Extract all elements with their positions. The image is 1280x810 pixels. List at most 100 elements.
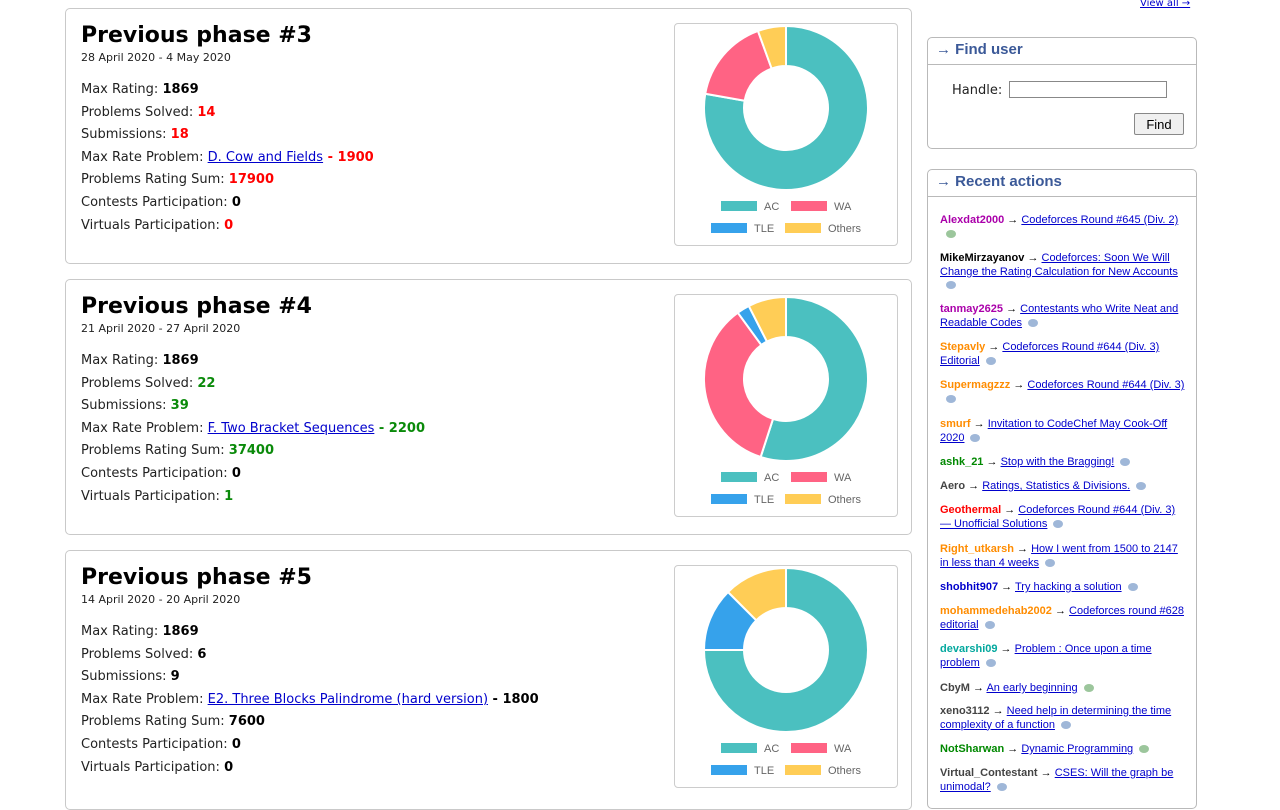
contests-label: Contests Participation: bbox=[81, 194, 232, 210]
action-arrow: → bbox=[1013, 379, 1025, 391]
legend-label-wa[interactable]: WA bbox=[834, 472, 852, 484]
submissions-value: 9 bbox=[170, 669, 180, 685]
find-button[interactable]: Find bbox=[1134, 113, 1184, 135]
action-arrow: → bbox=[968, 480, 980, 492]
action-user[interactable]: Virtual_Contestant bbox=[940, 767, 1038, 779]
legend-swatch-others bbox=[785, 765, 821, 775]
contests-row: Contests Participation: 0 bbox=[81, 463, 425, 486]
rating-sum-label: Problems Rating Sum: bbox=[81, 714, 229, 730]
max-rate-problem-label: Max Rate Problem: bbox=[81, 420, 208, 436]
legend-swatch-others bbox=[785, 494, 821, 504]
action-link[interactable]: Dynamic Programming bbox=[1021, 743, 1133, 755]
legend-label-wa[interactable]: WA bbox=[834, 743, 852, 755]
action-arrow: → bbox=[992, 705, 1004, 717]
phase-card: Previous phase #5 14 April 2020 - 20 Apr… bbox=[65, 550, 912, 810]
legend-swatch-wa bbox=[791, 201, 827, 211]
legend-label-ac[interactable]: AC bbox=[764, 201, 779, 213]
action-user[interactable]: Alexdat2000 bbox=[940, 214, 1004, 226]
action-arrow: → bbox=[1027, 252, 1039, 264]
virtuals-value: 1 bbox=[224, 488, 234, 504]
action-user[interactable]: MikeMirzayanov bbox=[940, 252, 1024, 264]
action-arrow: → bbox=[1004, 504, 1016, 516]
recent-action-item: ashk_21 → Stop with the Bragging! bbox=[940, 456, 1186, 470]
virtuals-row: Virtuals Participation: 0 bbox=[81, 215, 374, 238]
max-rate-problem-label: Max Rate Problem: bbox=[81, 691, 208, 707]
legend-label-ac[interactable]: AC bbox=[764, 472, 779, 484]
action-user[interactable]: Stepavly bbox=[940, 341, 985, 353]
comment-bubble-icon bbox=[1120, 458, 1131, 467]
max-rating-row: Max Rating: 1869 bbox=[81, 350, 425, 373]
action-user[interactable]: NotSharwan bbox=[940, 743, 1004, 755]
comment-bubble-icon bbox=[984, 620, 995, 629]
action-user[interactable]: devarshi09 bbox=[940, 643, 997, 655]
max-rate-problem-link[interactable]: E2. Three Blocks Palindrome (hard versio… bbox=[208, 692, 488, 707]
comment-bubble-icon bbox=[946, 281, 956, 290]
virtuals-value: 0 bbox=[224, 759, 234, 775]
legend-label-wa[interactable]: WA bbox=[834, 201, 852, 213]
handle-input[interactable] bbox=[1009, 81, 1167, 98]
problems-solved-value: 14 bbox=[197, 104, 216, 120]
legend-label-others[interactable]: Others bbox=[828, 223, 862, 235]
phase-card: Previous phase #3 28 April 2020 - 4 May … bbox=[65, 8, 912, 264]
virtuals-value: 0 bbox=[224, 217, 234, 233]
legend-label-others[interactable]: Others bbox=[828, 765, 862, 777]
phase-stats: Max Rating: 1869 Problems Solved: 22 Sub… bbox=[81, 350, 425, 508]
comment-bubble-icon bbox=[1045, 558, 1056, 567]
max-rate-problem-row: Max Rate Problem: D. Cow and Fields - 19… bbox=[81, 147, 374, 170]
legend-label-ac[interactable]: AC bbox=[764, 743, 779, 755]
action-arrow: → bbox=[973, 682, 985, 694]
donut-svg: AC WA TLE Others bbox=[703, 24, 869, 235]
action-user[interactable]: xeno3112 bbox=[940, 705, 990, 717]
contests-value: 0 bbox=[231, 465, 241, 481]
action-user[interactable]: shobhit907 bbox=[940, 581, 998, 593]
submissions-row: Submissions: 18 bbox=[81, 124, 374, 147]
comment-bubble-icon bbox=[1083, 684, 1094, 693]
problems-solved-row: Problems Solved: 6 bbox=[81, 644, 539, 667]
rating-sum-row: Problems Rating Sum: 7600 bbox=[81, 711, 539, 734]
virtuals-label: Virtuals Participation: bbox=[81, 217, 225, 233]
recent-action-item: shobhit907 → Try hacking a solution bbox=[940, 581, 1186, 595]
action-link[interactable]: Codeforces Round #645 (Div. 2) bbox=[1021, 214, 1178, 226]
max-rate-problem-link[interactable]: D. Cow and Fields bbox=[208, 150, 323, 165]
action-arrow: → bbox=[1017, 543, 1029, 555]
legend-label-tle[interactable]: TLE bbox=[754, 494, 774, 506]
action-user[interactable]: Aero bbox=[940, 480, 965, 492]
comment-bubble-icon bbox=[1139, 745, 1150, 754]
legend-label-tle[interactable]: TLE bbox=[754, 765, 774, 777]
submissions-row: Submissions: 39 bbox=[81, 395, 425, 418]
action-link[interactable]: An early beginning bbox=[986, 682, 1077, 694]
comment-bubble-icon bbox=[1053, 519, 1064, 528]
legend-swatch-ac bbox=[721, 201, 757, 211]
action-link[interactable]: Codeforces Round #644 (Div. 3) bbox=[1027, 379, 1184, 391]
submissions-label: Submissions: bbox=[81, 398, 171, 414]
max-rate-problem-link[interactable]: F. Two Bracket Sequences bbox=[208, 421, 375, 436]
action-user[interactable]: Right_utkarsh bbox=[940, 543, 1014, 555]
action-user[interactable]: Supermagzzz bbox=[940, 379, 1010, 391]
action-link[interactable]: Stop with the Bragging! bbox=[1001, 456, 1115, 468]
recent-action-item: xeno3112 → Need help in determining the … bbox=[940, 705, 1186, 732]
action-link[interactable]: Try hacking a solution bbox=[1015, 581, 1122, 593]
phase-dates: 21 April 2020 - 27 April 2020 bbox=[81, 322, 241, 335]
rating-sum-value: 17900 bbox=[228, 172, 275, 188]
legend-label-tle[interactable]: TLE bbox=[754, 223, 774, 235]
comment-bubble-icon bbox=[996, 782, 1007, 791]
action-user[interactable]: Geothermal bbox=[940, 504, 1001, 516]
action-user[interactable]: CbyM bbox=[940, 682, 970, 694]
virtuals-label: Virtuals Participation: bbox=[81, 759, 225, 775]
action-arrow: → bbox=[1001, 581, 1013, 593]
action-link[interactable]: Ratings, Statistics & Divisions. bbox=[982, 480, 1130, 492]
action-user[interactable]: ashk_21 bbox=[940, 456, 983, 468]
phase-stats: Max Rating: 1869 Problems Solved: 14 Sub… bbox=[81, 79, 374, 237]
legend-label-others[interactable]: Others bbox=[828, 494, 862, 506]
problems-solved-label: Problems Solved: bbox=[81, 646, 198, 662]
view-all-link[interactable]: View all → bbox=[1140, 0, 1274, 9]
action-user[interactable]: mohammedehab2002 bbox=[940, 605, 1052, 617]
action-user[interactable]: smurf bbox=[940, 418, 971, 430]
virtuals-row: Virtuals Participation: 0 bbox=[81, 757, 539, 780]
action-user[interactable]: tanmay2625 bbox=[940, 303, 1003, 315]
max-rate-problem-value: - 1800 bbox=[488, 691, 539, 707]
problems-solved-label: Problems Solved: bbox=[81, 375, 198, 391]
verdict-donut-chart: AC WA TLE Others bbox=[674, 23, 898, 246]
problems-solved-label: Problems Solved: bbox=[81, 104, 198, 120]
legend-swatch-ac bbox=[721, 743, 757, 753]
